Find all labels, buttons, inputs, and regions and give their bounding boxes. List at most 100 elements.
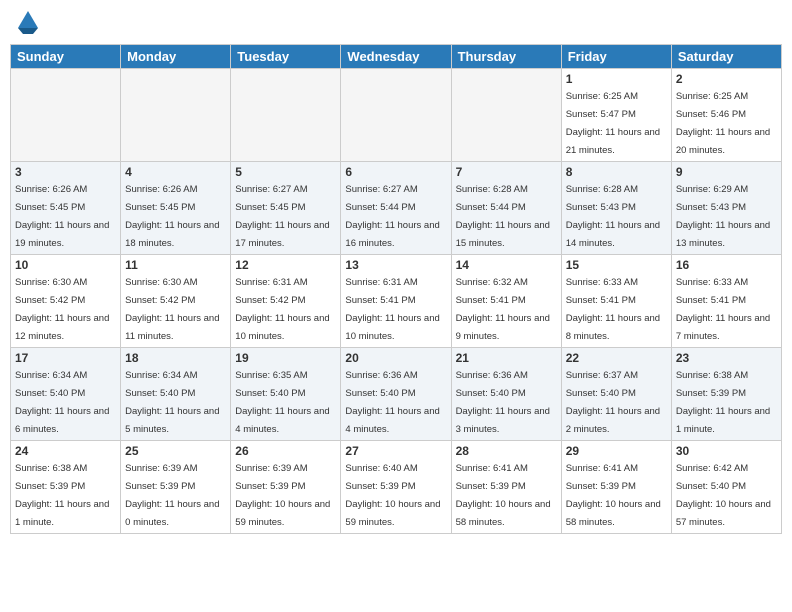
day-number: 28 <box>456 444 557 458</box>
day-info: Sunrise: 6:25 AMSunset: 5:46 PMDaylight:… <box>676 91 770 156</box>
day-number: 10 <box>15 258 116 272</box>
calendar-cell: 28Sunrise: 6:41 AMSunset: 5:39 PMDayligh… <box>451 441 561 534</box>
day-number: 4 <box>125 165 226 179</box>
day-number: 1 <box>566 72 667 86</box>
calendar-day-header: Thursday <box>451 45 561 69</box>
calendar-cell: 20 Sunrise: 6:36 AMSunset: 5:40 PMDayligh… <box>341 348 451 441</box>
day-number: 16 <box>676 258 777 272</box>
calendar-cell: 6 Sunrise: 6:27 AMSunset: 5:44 PMDaylight… <box>341 162 451 255</box>
day-number: 2 <box>676 72 777 86</box>
calendar-cell: 19Sunrise: 6:35 AMSunset: 5:40 PMDayligh… <box>231 348 341 441</box>
calendar-cell: 22 Sunrise: 6:37 AMSunset: 5:40 PMDayligh… <box>561 348 671 441</box>
day-info: Sunrise: 6:38 AMSunset: 5:39 PMDaylight:… <box>15 463 109 528</box>
calendar-cell: 30 Sunrise: 6:42 AMSunset: 5:40 PMDayligh… <box>671 441 781 534</box>
day-info: Sunrise: 6:27 AMSunset: 5:45 PMDaylight:… <box>235 184 329 249</box>
day-info: Sunrise: 6:35 AMSunset: 5:40 PMDaylight:… <box>235 370 329 435</box>
day-number: 12 <box>235 258 336 272</box>
day-number: 9 <box>676 165 777 179</box>
day-info: Sunrise: 6:39 AMSunset: 5:39 PMDaylight:… <box>125 463 219 528</box>
calendar-week-row: 10 Sunrise: 6:30 AMSunset: 5:42 PMDayligh… <box>11 255 782 348</box>
day-info: Sunrise: 6:30 AMSunset: 5:42 PMDaylight:… <box>125 277 219 342</box>
day-info: Sunrise: 6:31 AMSunset: 5:41 PMDaylight:… <box>345 277 439 342</box>
calendar-cell: 4 Sunrise: 6:26 AMSunset: 5:45 PMDaylight… <box>121 162 231 255</box>
day-info: Sunrise: 6:31 AMSunset: 5:42 PMDaylight:… <box>235 277 329 342</box>
day-info: Sunrise: 6:33 AMSunset: 5:41 PMDaylight:… <box>676 277 770 342</box>
calendar-day-header: Saturday <box>671 45 781 69</box>
calendar-cell <box>11 69 121 162</box>
day-info: Sunrise: 6:28 AMSunset: 5:44 PMDaylight:… <box>456 184 550 249</box>
calendar-body: 1 Sunrise: 6:25 AMSunset: 5:47 PMDaylight… <box>11 69 782 534</box>
calendar-cell: 18 Sunrise: 6:34 AMSunset: 5:40 PMDayligh… <box>121 348 231 441</box>
day-info: Sunrise: 6:30 AMSunset: 5:42 PMDaylight:… <box>15 277 109 342</box>
calendar-day-header: Tuesday <box>231 45 341 69</box>
day-number: 24 <box>15 444 116 458</box>
calendar-cell: 13 Sunrise: 6:31 AMSunset: 5:41 PMDayligh… <box>341 255 451 348</box>
calendar-cell: 14 Sunrise: 6:32 AMSunset: 5:41 PMDayligh… <box>451 255 561 348</box>
day-info: Sunrise: 6:41 AMSunset: 5:39 PMDaylight:… <box>566 463 661 528</box>
day-number: 15 <box>566 258 667 272</box>
day-info: Sunrise: 6:27 AMSunset: 5:44 PMDaylight:… <box>345 184 439 249</box>
calendar-day-header: Monday <box>121 45 231 69</box>
calendar-cell: 1 Sunrise: 6:25 AMSunset: 5:47 PMDaylight… <box>561 69 671 162</box>
day-number: 29 <box>566 444 667 458</box>
day-number: 13 <box>345 258 446 272</box>
day-number: 5 <box>235 165 336 179</box>
calendar-cell: 23 Sunrise: 6:38 AMSunset: 5:39 PMDayligh… <box>671 348 781 441</box>
calendar-cell: 3 Sunrise: 6:26 AMSunset: 5:45 PMDaylight… <box>11 162 121 255</box>
logo <box>10 10 43 36</box>
calendar-day-header: Sunday <box>11 45 121 69</box>
day-info: Sunrise: 6:34 AMSunset: 5:40 PMDaylight:… <box>125 370 219 435</box>
calendar-day-header: Wednesday <box>341 45 451 69</box>
day-info: Sunrise: 6:26 AMSunset: 5:45 PMDaylight:… <box>125 184 219 249</box>
calendar-cell <box>451 69 561 162</box>
day-number: 27 <box>345 444 446 458</box>
day-info: Sunrise: 6:25 AMSunset: 5:47 PMDaylight:… <box>566 91 660 156</box>
calendar-header-row: SundayMondayTuesdayWednesdayThursdayFrid… <box>11 45 782 69</box>
day-number: 18 <box>125 351 226 365</box>
calendar-cell: 9 Sunrise: 6:29 AMSunset: 5:43 PMDaylight… <box>671 162 781 255</box>
day-number: 6 <box>345 165 446 179</box>
calendar-cell: 17Sunrise: 6:34 AMSunset: 5:40 PMDayligh… <box>11 348 121 441</box>
day-number: 3 <box>15 165 116 179</box>
day-info: Sunrise: 6:29 AMSunset: 5:43 PMDaylight:… <box>676 184 770 249</box>
day-info: Sunrise: 6:33 AMSunset: 5:41 PMDaylight:… <box>566 277 660 342</box>
day-number: 26 <box>235 444 336 458</box>
day-info: Sunrise: 6:36 AMSunset: 5:40 PMDaylight:… <box>345 370 439 435</box>
day-info: Sunrise: 6:40 AMSunset: 5:39 PMDaylight:… <box>345 463 440 528</box>
day-info: Sunrise: 6:38 AMSunset: 5:39 PMDaylight:… <box>676 370 770 435</box>
calendar-cell: 2 Sunrise: 6:25 AMSunset: 5:46 PMDaylight… <box>671 69 781 162</box>
logo-icon <box>13 6 43 36</box>
day-info: Sunrise: 6:37 AMSunset: 5:40 PMDaylight:… <box>566 370 660 435</box>
day-number: 14 <box>456 258 557 272</box>
calendar-week-row: 24 Sunrise: 6:38 AMSunset: 5:39 PMDayligh… <box>11 441 782 534</box>
day-number: 11 <box>125 258 226 272</box>
day-number: 21 <box>456 351 557 365</box>
day-info: Sunrise: 6:26 AMSunset: 5:45 PMDaylight:… <box>15 184 109 249</box>
day-info: Sunrise: 6:39 AMSunset: 5:39 PMDaylight:… <box>235 463 330 528</box>
calendar-cell: 25 Sunrise: 6:39 AMSunset: 5:39 PMDayligh… <box>121 441 231 534</box>
calendar-cell: 27 Sunrise: 6:40 AMSunset: 5:39 PMDayligh… <box>341 441 451 534</box>
day-number: 30 <box>676 444 777 458</box>
calendar-week-row: 17Sunrise: 6:34 AMSunset: 5:40 PMDayligh… <box>11 348 782 441</box>
calendar-cell: 15 Sunrise: 6:33 AMSunset: 5:41 PMDayligh… <box>561 255 671 348</box>
day-info: Sunrise: 6:34 AMSunset: 5:40 PMDaylight:… <box>15 370 109 435</box>
day-info: Sunrise: 6:28 AMSunset: 5:43 PMDaylight:… <box>566 184 660 249</box>
calendar-cell: 10 Sunrise: 6:30 AMSunset: 5:42 PMDayligh… <box>11 255 121 348</box>
calendar-cell: 11 Sunrise: 6:30 AMSunset: 5:42 PMDayligh… <box>121 255 231 348</box>
day-info: Sunrise: 6:32 AMSunset: 5:41 PMDaylight:… <box>456 277 550 342</box>
calendar-header: SundayMondayTuesdayWednesdayThursdayFrid… <box>11 45 782 69</box>
day-number: 7 <box>456 165 557 179</box>
calendar-cell: 8Sunrise: 6:28 AMSunset: 5:43 PMDaylight… <box>561 162 671 255</box>
day-number: 23 <box>676 351 777 365</box>
calendar: SundayMondayTuesdayWednesdayThursdayFrid… <box>10 44 782 534</box>
calendar-day-header: Friday <box>561 45 671 69</box>
page-header <box>10 10 782 36</box>
calendar-cell: 7 Sunrise: 6:28 AMSunset: 5:44 PMDaylight… <box>451 162 561 255</box>
day-info: Sunrise: 6:36 AMSunset: 5:40 PMDaylight:… <box>456 370 550 435</box>
calendar-cell: 5 Sunrise: 6:27 AMSunset: 5:45 PMDaylight… <box>231 162 341 255</box>
day-info: Sunrise: 6:42 AMSunset: 5:40 PMDaylight:… <box>676 463 771 528</box>
calendar-cell <box>341 69 451 162</box>
day-number: 25 <box>125 444 226 458</box>
day-number: 20 <box>345 351 446 365</box>
day-number: 22 <box>566 351 667 365</box>
